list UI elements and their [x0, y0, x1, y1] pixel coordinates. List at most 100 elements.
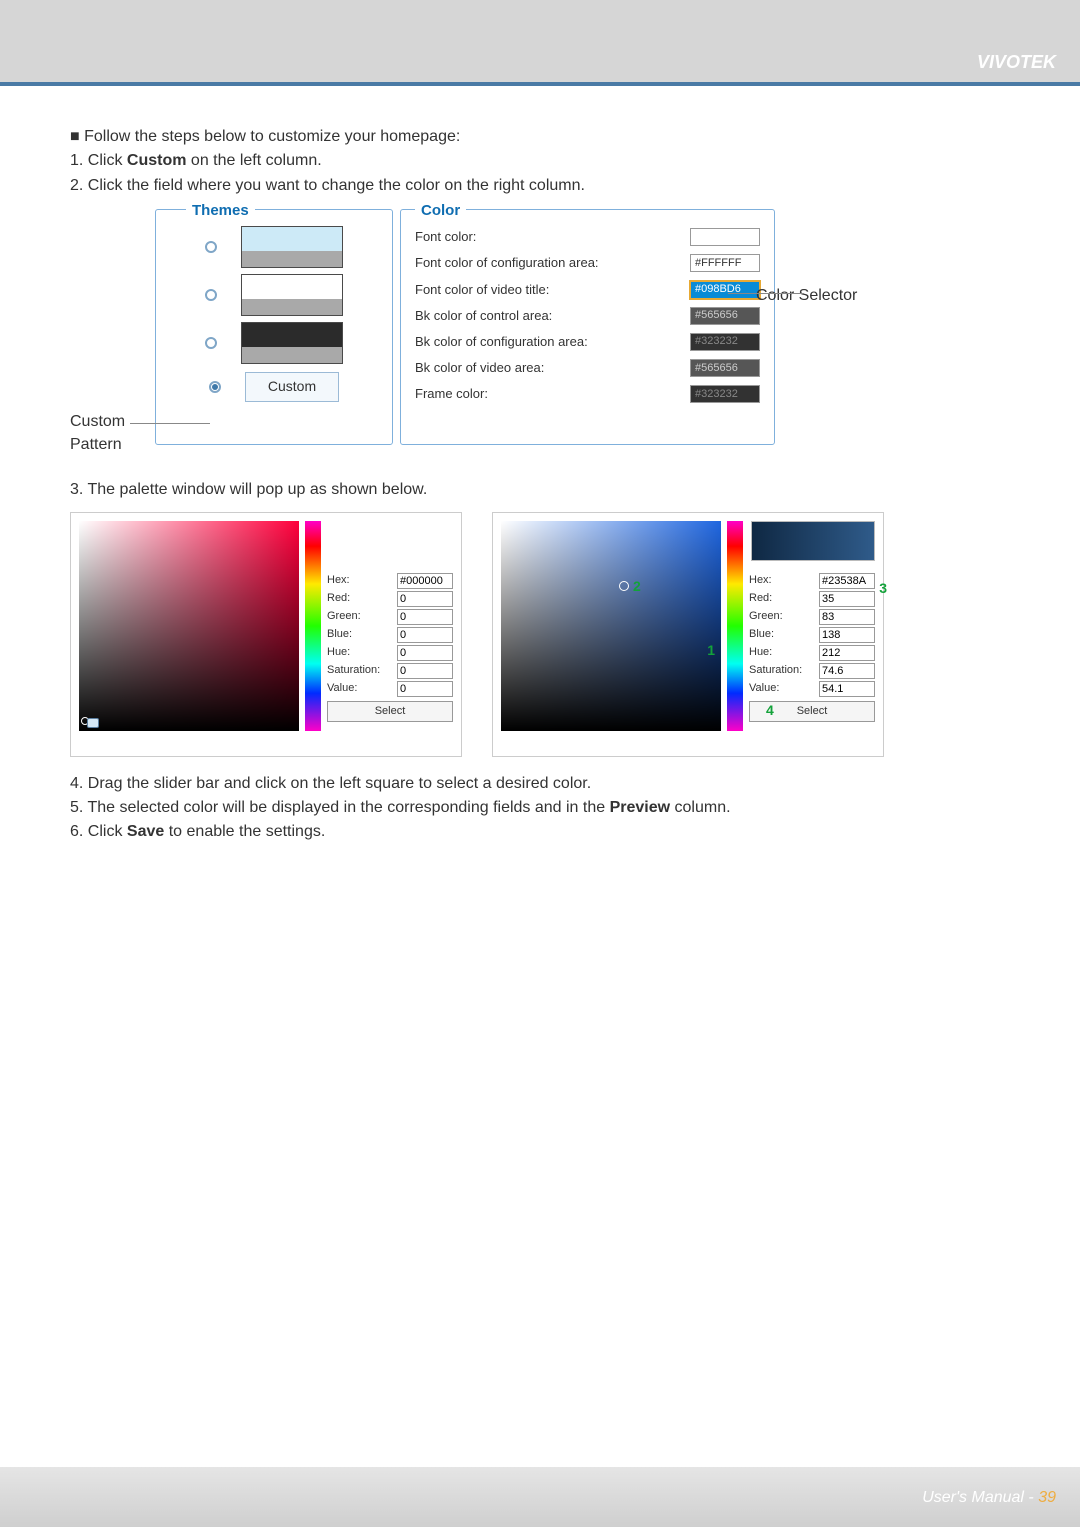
radio-theme-custom[interactable]	[209, 381, 221, 393]
callout-1: 1	[707, 641, 715, 661]
label-video-title: Font color of video title:	[415, 281, 549, 299]
swatch-config-font[interactable]: #FFFFFF	[690, 254, 760, 272]
step-6-post: to enable the settings.	[164, 823, 325, 840]
content-area: ■ Follow the steps below to customize yo…	[0, 86, 1080, 844]
annotation-line-custom	[130, 423, 210, 424]
l-green-label: Green:	[327, 609, 361, 624]
step-5-bold: Preview	[610, 799, 670, 816]
theme-thumb-1	[241, 226, 343, 268]
theme-option-2[interactable]	[168, 274, 380, 316]
l-hex-label: Hex:	[327, 573, 350, 588]
annotation-custom-l1: Custom	[70, 411, 125, 433]
radio-theme-2[interactable]	[205, 289, 217, 301]
l-val-input[interactable]	[397, 681, 453, 697]
custom-theme-label: Custom	[245, 372, 339, 402]
header-band: VIVOTEK	[0, 0, 1080, 82]
step-6-pre: 6. Click	[70, 823, 127, 840]
l-blue-input[interactable]	[397, 627, 453, 643]
step-4: 4. Drag the slider bar and click on the …	[70, 773, 1010, 795]
radio-theme-3[interactable]	[205, 337, 217, 349]
palette-left-slider[interactable]	[87, 718, 99, 728]
theme-color-figure: Themes	[70, 209, 1010, 459]
theme-thumb-2	[241, 274, 343, 316]
l-sat-input[interactable]	[397, 663, 453, 679]
swatch-font-color[interactable]	[690, 228, 760, 246]
l-val-label: Value:	[327, 681, 357, 696]
step-2: 2. Click the field where you want to cha…	[70, 175, 1010, 197]
annotation-custom-l2: Pattern	[70, 434, 125, 456]
l-hue-input[interactable]	[397, 645, 453, 661]
annotation-color-selector: Color Selector	[756, 285, 857, 307]
palette-right-marker	[619, 581, 629, 591]
r-hex-label: Hex:	[749, 573, 772, 588]
palette-left-select-button[interactable]: Select	[327, 701, 453, 722]
color-row-font: Font color:	[415, 228, 760, 246]
r-green-input[interactable]	[819, 609, 875, 625]
intro-bullet: ■ Follow the steps below to customize yo…	[70, 126, 1010, 148]
color-row-video-title: Font color of video title: #098BD6	[415, 281, 760, 299]
r-hue-input[interactable]	[819, 645, 875, 661]
palette-right-huebar[interactable]	[727, 521, 743, 731]
footer-band: User's Manual - 39	[0, 1467, 1080, 1527]
label-config-font: Font color of configuration area:	[415, 254, 599, 272]
color-row-control-bk: Bk color of control area: #565656	[415, 307, 760, 325]
palette-right-preview	[751, 521, 875, 561]
callout-3: 3	[879, 579, 887, 599]
step-5-pre: 5. The selected color will be displayed …	[70, 799, 610, 816]
annotation-custom-pattern: Custom Pattern	[70, 411, 125, 456]
l-red-label: Red:	[327, 591, 350, 606]
l-red-input[interactable]	[397, 591, 453, 607]
r-hex-input[interactable]	[819, 573, 875, 589]
r-blue-input[interactable]	[819, 627, 875, 643]
step-1-bold: Custom	[127, 152, 187, 169]
theme-option-custom[interactable]: Custom	[168, 372, 380, 402]
themes-fieldset: Themes	[155, 209, 393, 445]
l-sat-label: Saturation:	[327, 663, 380, 678]
callout-2: 2	[633, 577, 641, 597]
callout-4: 4	[766, 701, 774, 721]
palette-right: 2 1 Hex: Red: Green: Blue: Hue: Saturati…	[492, 512, 884, 757]
footer-label: User's Manual -	[922, 1489, 1038, 1506]
l-blue-label: Blue:	[327, 627, 352, 642]
annotation-line-selector	[728, 293, 804, 294]
step-1-post: on the left column.	[186, 152, 321, 169]
palette-left-gradient[interactable]	[79, 521, 299, 731]
footer-text: User's Manual - 39	[922, 1489, 1056, 1507]
label-config-bk: Bk color of configuration area:	[415, 333, 588, 351]
step-5-post: column.	[670, 799, 730, 816]
swatch-config-bk[interactable]: #323232	[690, 333, 760, 351]
palette-left: Hex: Red: Green: Blue: Hue: Saturation: …	[70, 512, 462, 757]
palette-right-gradient[interactable]: 2 1	[501, 521, 721, 731]
theme-option-1[interactable]	[168, 226, 380, 268]
step-6: 6. Click Save to enable the settings.	[70, 821, 1010, 843]
label-control-bk: Bk color of control area:	[415, 307, 552, 325]
palette-right-select-button[interactable]: 4 Select	[749, 701, 875, 722]
palette-figures: Hex: Red: Green: Blue: Hue: Saturation: …	[70, 512, 1010, 757]
l-hex-input[interactable]	[397, 573, 453, 589]
label-font-color: Font color:	[415, 228, 476, 246]
theme-option-3[interactable]	[168, 322, 380, 364]
label-frame: Frame color:	[415, 385, 488, 403]
palette-left-huebar[interactable]	[305, 521, 321, 731]
color-fieldset: Color Font color: Font color of configur…	[400, 209, 775, 445]
step-5: 5. The selected color will be displayed …	[70, 797, 1010, 819]
color-row-video-bk: Bk color of video area: #565656	[415, 359, 760, 377]
footer-page-number: 39	[1038, 1489, 1056, 1506]
r-hue-label: Hue:	[749, 645, 772, 660]
radio-theme-1[interactable]	[205, 241, 217, 253]
swatch-control-bk[interactable]: #565656	[690, 307, 760, 325]
l-green-input[interactable]	[397, 609, 453, 625]
themes-legend: Themes	[186, 200, 255, 221]
r-red-input[interactable]	[819, 591, 875, 607]
color-row-frame: Frame color: #323232	[415, 385, 760, 403]
palette-left-inputs: Hex: Red: Green: Blue: Hue: Saturation: …	[327, 521, 453, 748]
swatch-frame[interactable]: #323232	[690, 385, 760, 403]
r-val-input[interactable]	[819, 681, 875, 697]
color-legend: Color	[415, 200, 466, 221]
color-row-config-font: Font color of configuration area: #FFFFF…	[415, 254, 760, 272]
swatch-video-title[interactable]: #098BD6	[690, 281, 760, 299]
step-6-bold: Save	[127, 823, 164, 840]
r-red-label: Red:	[749, 591, 772, 606]
swatch-video-bk[interactable]: #565656	[690, 359, 760, 377]
r-sat-input[interactable]	[819, 663, 875, 679]
